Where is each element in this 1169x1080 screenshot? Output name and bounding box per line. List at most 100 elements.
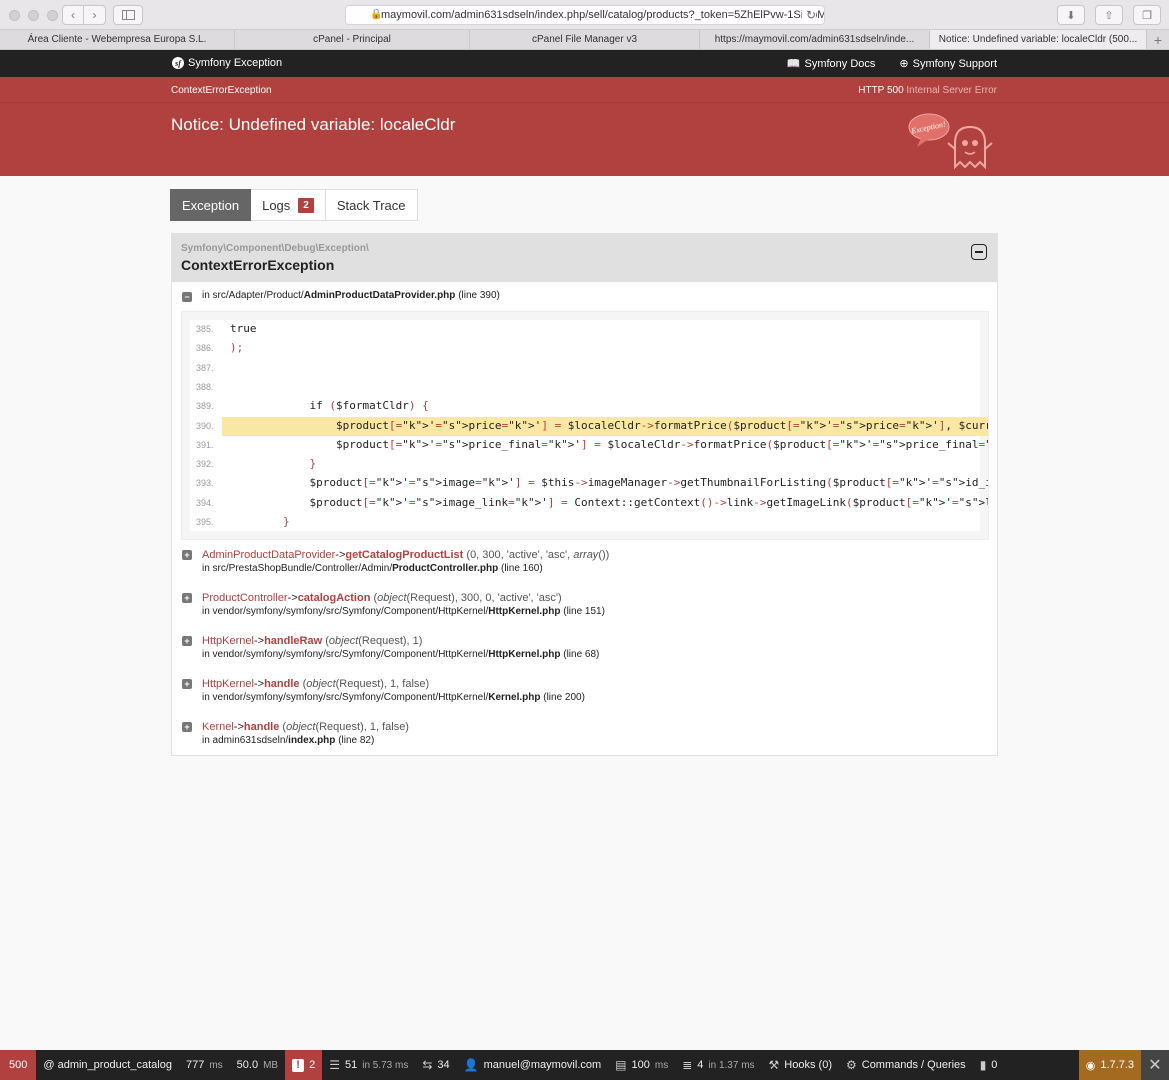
- http-status-code: HTTP 500: [858, 85, 904, 96]
- trace-file: index.php: [288, 735, 336, 746]
- browser-tab-bar: Área Cliente - Webempresa Europa S.L. cP…: [0, 30, 1169, 50]
- docs-label: Symfony Docs: [804, 57, 876, 70]
- code-line-source: $product[="k">'="s">price_final="k">'] =…: [230, 437, 988, 451]
- toolbar-commands-count[interactable]: ▮ 0: [973, 1050, 1005, 1080]
- trace-call: Kernel->handle (object(Request), 1, fals…: [202, 720, 409, 734]
- toolbar-render-time[interactable]: ▤ 100 ms: [608, 1050, 675, 1080]
- download-button[interactable]: ⬇: [1057, 5, 1085, 25]
- trace-args: (object(Request), 1, false): [282, 721, 409, 733]
- trace-location: in src/PrestaShopBundle/Controller/Admin…: [202, 562, 609, 576]
- code-line-number: 385.: [196, 324, 214, 334]
- user-email: manuel@maymovil.com: [483, 1059, 602, 1071]
- symfony-brand: sf Symfony Exception: [172, 57, 282, 69]
- window-controls: [9, 10, 58, 21]
- toolbar-commands[interactable]: ⚙ Commands / Queries: [839, 1050, 973, 1080]
- symfony-docs-link[interactable]: 📖 Symfony Docs: [786, 57, 876, 71]
- new-tab-button[interactable]: +: [1147, 30, 1169, 49]
- trace-call: HttpKernel->handleRaw (object(Request), …: [202, 634, 599, 648]
- trace-args-text: (0, 300, 'active', 'asc',: [466, 549, 574, 561]
- zoom-window-button[interactable]: [47, 10, 58, 21]
- trace-args-rest: (Request), 1, false): [335, 678, 430, 690]
- code-line: 394. $product[="k">'="s">image_link="k">…: [182, 494, 988, 513]
- url-text: maymovil.com/admin631sdseln/index.php/se…: [381, 9, 824, 21]
- sidebar-toggle-button[interactable]: [113, 5, 143, 25]
- toolbar-errors[interactable]: ! 2: [285, 1050, 323, 1080]
- trace-args-rest: (Request), 1, false): [315, 721, 409, 733]
- trace-class: AdminProductDataProvider: [202, 549, 336, 561]
- trace-function: handle: [243, 721, 280, 733]
- trace-args-type: object: [328, 635, 359, 647]
- code-line-highlighted: 390. $product[="k">'="s">price="k">'] = …: [196, 416, 988, 436]
- browser-tab[interactable]: https://maymovil.com/admin631sdseln/inde…: [700, 30, 930, 49]
- trace-args: (object(Request), 1, false): [303, 678, 430, 690]
- toolbar-time[interactable]: 777 ms: [179, 1050, 230, 1080]
- plus-icon[interactable]: +: [182, 636, 192, 646]
- exception-panel: Symfony\Component\Debug\Exception\ Conte…: [171, 233, 998, 756]
- trace-args: (0, 300, 'active', 'asc', array()): [466, 549, 609, 561]
- toolbar-route[interactable]: @ admin_product_catalog: [36, 1050, 179, 1080]
- translations-count: 34: [437, 1059, 450, 1071]
- trace-file: HttpKernel.php: [488, 649, 561, 660]
- toolbar-memory[interactable]: 50.0 MB: [230, 1050, 285, 1080]
- trace-line-number: (line 160): [500, 563, 543, 574]
- toolbar-hooks[interactable]: ⚒ Hooks (0): [762, 1050, 839, 1080]
- toolbar-translations[interactable]: ⇆ 34: [415, 1050, 456, 1080]
- exception-class-name: ContextErrorException: [181, 257, 335, 273]
- tab-stack-trace[interactable]: Stack Trace: [325, 189, 418, 221]
- toolbar-status-code[interactable]: 500: [0, 1050, 37, 1080]
- sidebar-icon: [121, 10, 135, 20]
- database-layers-icon: ☰: [329, 1058, 340, 1072]
- browser-tab-active[interactable]: Notice: Undefined variable: localeCldr (…: [930, 30, 1147, 49]
- browser-tab[interactable]: cPanel File Manager v3: [470, 30, 700, 49]
- book-icon: 📖: [786, 58, 801, 70]
- toolbar-version[interactable]: ◉ 1.7.7.3: [1078, 1050, 1141, 1080]
- toolbar-user[interactable]: 👤 manuel@maymovil.com: [457, 1050, 608, 1080]
- code-line: 385. true: [182, 320, 988, 339]
- trace-line-number: (line 390): [458, 290, 500, 301]
- tab-logs[interactable]: Logs 2: [251, 189, 326, 221]
- cache-icon: ≣: [682, 1058, 693, 1072]
- plus-icon: +: [1153, 31, 1163, 48]
- support-label: Symfony Support: [912, 57, 997, 70]
- tabs-icon: ❐: [1142, 9, 1152, 22]
- toolbar-close-button[interactable]: ✕: [1141, 1050, 1169, 1080]
- back-button[interactable]: ‹: [62, 5, 84, 25]
- code-line: 389. if ($formatCldr) {: [182, 397, 988, 416]
- collapse-icon[interactable]: [971, 244, 987, 260]
- tab-exception[interactable]: Exception: [170, 189, 252, 221]
- trace-location: in vendor/symfony/symfony/src/Symfony/Co…: [202, 648, 599, 662]
- brand-label: Symfony Exception: [188, 57, 283, 69]
- code-line-source: );: [230, 341, 244, 355]
- render-time-value: 100: [631, 1059, 650, 1071]
- trace-path: in src/Adapter/Product/: [202, 290, 304, 301]
- minimize-window-button[interactable]: [28, 10, 39, 21]
- tabs-overview-button[interactable]: ❐: [1133, 5, 1161, 25]
- trace-line-number: (line 68): [563, 649, 600, 660]
- trace-class: HttpKernel: [202, 635, 254, 647]
- plus-icon[interactable]: +: [182, 550, 192, 560]
- browser-tab[interactable]: cPanel - Principal: [235, 30, 470, 49]
- toolbar-doctrine[interactable]: ☰ 51 in 5.73 ms: [322, 1050, 415, 1080]
- prestashop-logo-icon: ◉: [1085, 1059, 1096, 1072]
- toolbar-cache[interactable]: ≣ 4 in 1.37 ms: [675, 1050, 761, 1080]
- code-line-number: 388.: [196, 381, 214, 392]
- browser-tab[interactable]: Área Cliente - Webempresa Europa S.L.: [0, 30, 235, 49]
- trace-frame: + ProductController->catalogAction (objec…: [172, 591, 605, 619]
- symfony-links: 📖 Symfony Docs ⊕ Symfony Support: [786, 57, 997, 71]
- symfony-support-link[interactable]: ⊕ Symfony Support: [899, 57, 997, 71]
- plus-icon[interactable]: +: [182, 722, 192, 732]
- trace-line-number: (line 82): [338, 735, 375, 746]
- minus-icon[interactable]: −: [182, 292, 192, 302]
- memory-unit: MB: [263, 1059, 279, 1071]
- close-window-button[interactable]: [9, 10, 20, 21]
- address-bar[interactable]: 🔒 maymovil.com/admin631sdseln/index.php/…: [345, 5, 825, 25]
- share-button[interactable]: ⇧: [1095, 5, 1123, 25]
- code-line: 392. }: [182, 455, 988, 474]
- chevron-right-icon: ›: [92, 8, 97, 22]
- forward-button[interactable]: ›: [84, 5, 106, 25]
- plus-icon[interactable]: +: [182, 679, 192, 689]
- version-label: 1.7.7.3: [1100, 1059, 1134, 1071]
- translation-icon: ⇆: [422, 1058, 433, 1072]
- plus-icon[interactable]: +: [182, 593, 192, 603]
- reload-icon[interactable]: ↻: [801, 8, 816, 22]
